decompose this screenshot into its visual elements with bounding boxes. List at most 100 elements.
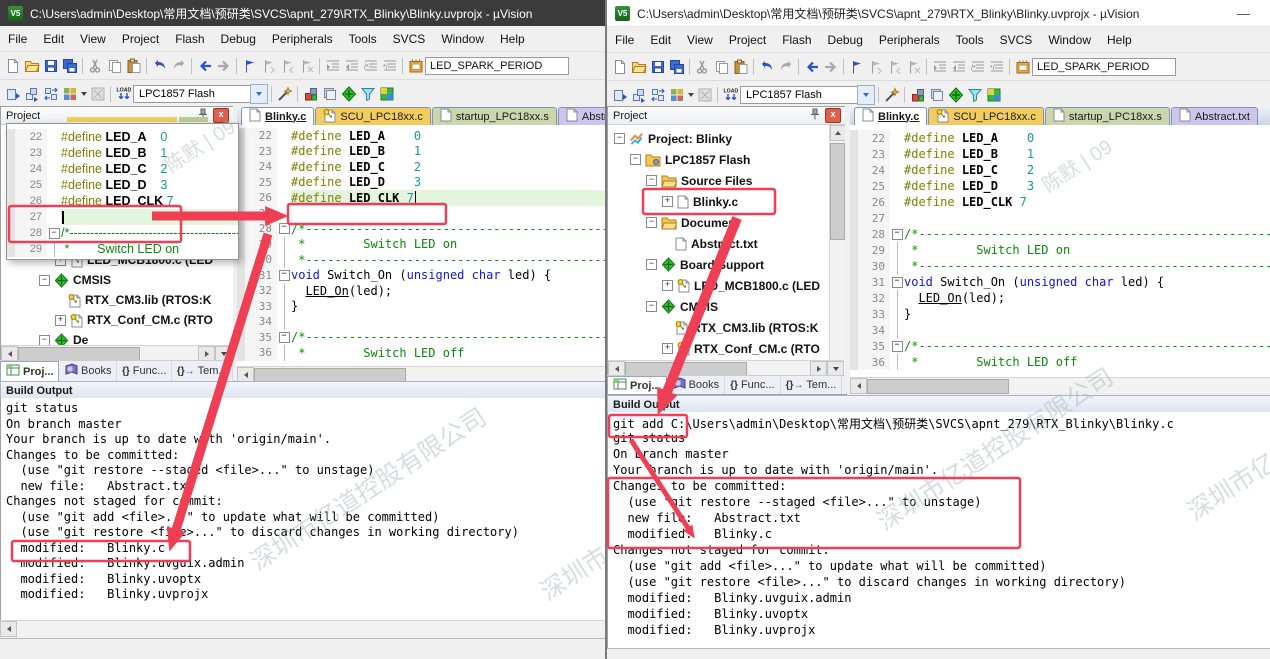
undo-icon[interactable] xyxy=(150,57,169,75)
workspace-tab-func[interactable]: {}Func... xyxy=(117,361,172,381)
file-ext-funnel-icon[interactable] xyxy=(358,85,377,103)
comment-icon[interactable]: /* xyxy=(968,58,987,76)
tree-item-lpc1857-flash[interactable]: −LPC1857 Flash xyxy=(608,149,829,170)
menu-file[interactable]: File xyxy=(607,29,642,51)
bookmark-icon[interactable] xyxy=(847,58,866,76)
menu-edit[interactable]: Edit xyxy=(642,29,679,51)
batch-build-icon[interactable] xyxy=(60,85,79,103)
workspace-tab-books[interactable]: Books xyxy=(667,376,726,394)
bookmark-prev-icon[interactable] xyxy=(278,57,297,75)
menu-project[interactable]: Project xyxy=(114,28,167,50)
bookmark-next-icon[interactable] xyxy=(259,57,278,75)
file-ext-funnel-icon[interactable] xyxy=(965,86,984,104)
bookmark-icon[interactable] xyxy=(240,57,259,75)
scroll-up-icon[interactable] xyxy=(830,125,846,141)
nav-forward-icon[interactable] xyxy=(821,58,840,76)
menu-flash[interactable]: Flash xyxy=(167,28,212,50)
minimize-button[interactable]: — xyxy=(1225,6,1262,21)
menu-tools[interactable]: Tools xyxy=(948,29,992,51)
tree-item-project-blinky[interactable]: −Project: Blinky xyxy=(608,128,829,149)
bookmark-next-icon[interactable] xyxy=(866,58,885,76)
paste-icon[interactable] xyxy=(124,57,143,75)
menu-peripherals[interactable]: Peripherals xyxy=(871,29,948,51)
editor-tab-scu-lpc18xx-c[interactable]: SCU_LPC18xx.c xyxy=(315,107,431,125)
save-all-icon[interactable] xyxy=(667,58,686,76)
translate-icon[interactable] xyxy=(610,86,629,104)
batch-build-icon[interactable] xyxy=(667,86,686,104)
cut-icon[interactable] xyxy=(86,57,105,75)
undo-icon[interactable] xyxy=(757,58,776,76)
workspace-tab-func[interactable]: {}Func... xyxy=(725,376,780,394)
workspace-tab-proj[interactable]: Proj... xyxy=(0,361,59,381)
scroll-left-icon[interactable] xyxy=(850,378,867,394)
symbol-search-box[interactable]: LED_SPARK_PERIOD xyxy=(425,57,569,75)
menu-peripherals[interactable]: Peripherals xyxy=(264,28,341,50)
copy-icon[interactable] xyxy=(105,57,124,75)
comment-icon[interactable]: /* xyxy=(361,57,380,75)
symbols-notebook-icon[interactable] xyxy=(1013,58,1032,76)
tree-expand-icon[interactable]: − xyxy=(39,335,50,346)
batch-build-dropdown-icon[interactable] xyxy=(686,86,695,104)
save-icon[interactable] xyxy=(41,57,60,75)
menu-debug[interactable]: Debug xyxy=(213,28,264,50)
menu-svcs[interactable]: SVCS xyxy=(992,29,1041,51)
tree-item-blinky-c[interactable]: +Blinky.c xyxy=(608,191,829,212)
tree-item-abstract-txt[interactable]: Abstract.txt xyxy=(608,233,829,254)
rebuild-icon[interactable] xyxy=(41,85,60,103)
editor-tab-blinky-c[interactable]: Blinky.c xyxy=(854,107,927,125)
symbol-search-box[interactable]: LED_SPARK_PERIOD xyxy=(1032,58,1176,76)
manage-rte-icon[interactable] xyxy=(946,86,965,104)
manage-items-icon[interactable] xyxy=(320,85,339,103)
copy-icon[interactable] xyxy=(712,58,731,76)
workspace-tab-tem[interactable]: {}→Tem... xyxy=(172,361,233,381)
tree-expand-icon[interactable]: − xyxy=(646,259,657,270)
editor-hscrollbar[interactable] xyxy=(237,366,605,382)
stop-build-icon[interactable] xyxy=(88,85,107,103)
output-hscrollbar[interactable] xyxy=(0,620,605,636)
tree-item-source-files[interactable]: −Source Files xyxy=(608,170,829,191)
tree-item-de[interactable]: −De xyxy=(1,330,221,345)
build-output-console[interactable]: git add C:\Users\admin\Desktop\常用文档\预研类\… xyxy=(607,412,1270,651)
bookmark-clear-icon[interactable] xyxy=(297,57,316,75)
build-icon[interactable] xyxy=(629,86,648,104)
tree-item-rtx-cm3-lib-rtos-k[interactable]: RTX_CM3.lib (RTOS:K xyxy=(1,290,221,310)
menu-svcs[interactable]: SVCS xyxy=(385,28,434,50)
tree-expand-icon[interactable]: − xyxy=(646,301,657,312)
menu-view[interactable]: View xyxy=(679,29,721,51)
target-select-dropdown-icon[interactable] xyxy=(250,84,268,104)
bookmark-prev-icon[interactable] xyxy=(885,58,904,76)
symbols-notebook-icon[interactable] xyxy=(406,57,425,75)
nav-back-icon[interactable] xyxy=(802,58,821,76)
rebuild-icon[interactable] xyxy=(648,86,667,104)
target-select[interactable]: LPC1857 Flash xyxy=(740,86,857,104)
open-file-icon[interactable] xyxy=(22,57,41,75)
new-file-icon[interactable] xyxy=(3,57,22,75)
outdent-icon[interactable] xyxy=(949,58,968,76)
cut-icon[interactable] xyxy=(693,58,712,76)
tree-expand-icon[interactable]: − xyxy=(646,175,657,186)
redo-icon[interactable] xyxy=(169,57,188,75)
close-panel-icon[interactable]: x xyxy=(213,108,229,123)
new-file-icon[interactable] xyxy=(610,58,629,76)
project-tree-vscrollbar[interactable] xyxy=(829,125,845,360)
batch-build-dropdown-icon[interactable] xyxy=(79,85,88,103)
download-to-flash-icon[interactable]: LOAD xyxy=(114,85,133,103)
tree-expand-icon[interactable]: − xyxy=(614,133,625,144)
tree-expand-icon[interactable]: + xyxy=(662,343,673,354)
tree-expand-icon[interactable]: + xyxy=(55,315,66,326)
uncomment-icon[interactable]: */ xyxy=(987,58,1006,76)
translate-icon[interactable] xyxy=(3,85,22,103)
editor-tab-startup-lpc18xx-s[interactable]: startup_LPC18xx.s xyxy=(1045,107,1170,125)
software-packs-icon[interactable] xyxy=(377,85,396,103)
software-packs-icon[interactable] xyxy=(984,86,1003,104)
project-tree-hscrollbar[interactable] xyxy=(608,360,844,376)
build-output-console[interactable]: git statusOn branch masterYour branch is… xyxy=(0,398,605,623)
wand-icon[interactable] xyxy=(882,86,901,104)
tree-expand-icon[interactable]: − xyxy=(39,275,50,286)
target-select[interactable]: LPC1857 Flash xyxy=(133,85,250,103)
workspace-tab-books[interactable]: Books xyxy=(59,361,117,381)
menu-view[interactable]: View xyxy=(72,28,114,50)
tree-item-board-support[interactable]: −Board Support xyxy=(608,254,829,275)
tree-item-led-mcb1800-c-led[interactable]: +LED_MCB1800.c (LED xyxy=(608,275,829,296)
tree-expand-icon[interactable]: − xyxy=(646,217,657,228)
